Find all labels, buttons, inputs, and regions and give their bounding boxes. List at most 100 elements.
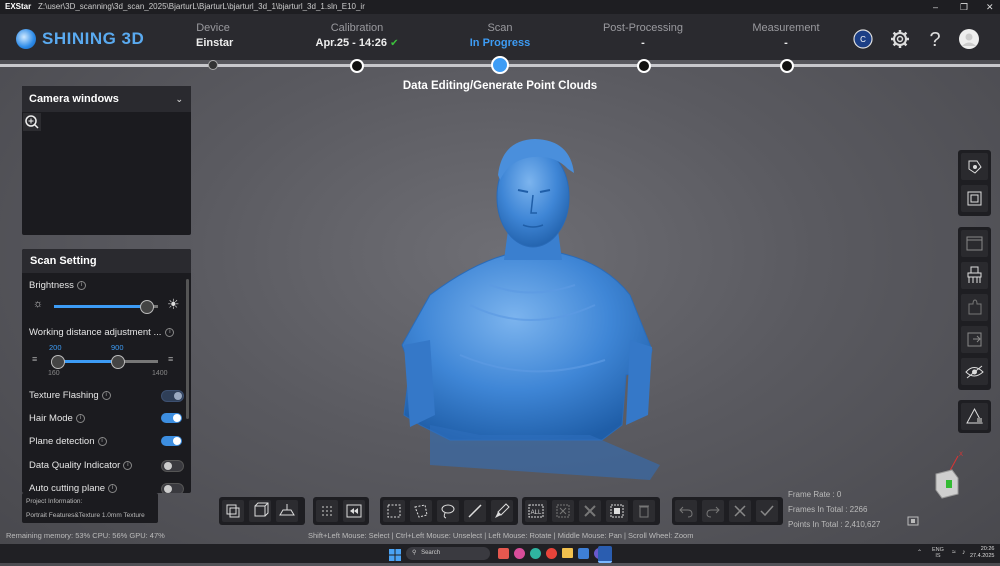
undo-icon[interactable] bbox=[675, 500, 697, 522]
working-distance-slider[interactable] bbox=[51, 355, 158, 369]
right-toolbar-bottom bbox=[958, 400, 991, 433]
distance-near-icon: ≡ bbox=[32, 354, 38, 364]
step-device[interactable]: Device Einstar bbox=[143, 22, 283, 49]
export-icon[interactable] bbox=[961, 326, 988, 353]
wd-high-knob[interactable] bbox=[111, 355, 125, 369]
step-label: Calibration bbox=[330, 22, 384, 34]
frame-icon[interactable] bbox=[961, 185, 988, 212]
confirm-icon[interactable] bbox=[756, 500, 778, 522]
taskbar-app-icon[interactable] bbox=[498, 548, 509, 559]
brightness-knob[interactable] bbox=[139, 300, 154, 314]
minimize-icon[interactable]: – bbox=[933, 0, 938, 14]
tray-chevron-icon[interactable]: ⌃ bbox=[917, 549, 922, 556]
cube-view-icon[interactable] bbox=[249, 500, 271, 522]
auto-cutting-toggle[interactable] bbox=[161, 483, 184, 493]
step-label: Measurement bbox=[752, 22, 820, 34]
rect-select-icon[interactable] bbox=[383, 500, 405, 522]
exstar-taskbar-icon[interactable] bbox=[598, 546, 612, 563]
device-status-icon[interactable]: C bbox=[852, 28, 874, 50]
gear-icon[interactable] bbox=[889, 28, 911, 50]
redo-icon[interactable] bbox=[702, 500, 724, 522]
texture-flashing-toggle[interactable] bbox=[161, 390, 184, 402]
orientation-cube[interactable]: X bbox=[928, 448, 966, 500]
help-icon[interactable]: ? bbox=[924, 28, 946, 51]
fit-view-icon[interactable] bbox=[905, 514, 921, 526]
edge-browser-icon[interactable] bbox=[530, 548, 541, 559]
info-icon[interactable]: i bbox=[101, 390, 111, 400]
plane-detection-toggle[interactable] bbox=[161, 436, 182, 446]
svg-text:?: ? bbox=[929, 29, 940, 50]
panel-scrollbar[interactable] bbox=[186, 279, 189, 419]
info-icon[interactable]: i bbox=[97, 436, 107, 446]
step-calibration[interactable]: Calibration Apr.25 - 14:26 ✔ bbox=[287, 22, 427, 49]
layers-icon[interactable] bbox=[222, 500, 244, 522]
toolbar-group-edit: ALL bbox=[522, 497, 660, 525]
right-toolbar-middle bbox=[958, 227, 991, 390]
window-icon[interactable] bbox=[961, 230, 988, 257]
file-explorer-icon[interactable] bbox=[562, 548, 573, 558]
data-quality-toggle[interactable] bbox=[161, 460, 184, 472]
brightness-label: Brightness i bbox=[29, 280, 86, 291]
step-value: Apr.25 - 14:26 bbox=[315, 37, 388, 49]
wd-high-value: 900 bbox=[111, 343, 124, 352]
progress-node-post-processing bbox=[637, 59, 651, 73]
windows-start-icon[interactable] bbox=[389, 548, 401, 561]
info-icon[interactable]: i bbox=[75, 413, 85, 423]
quality-check-icon[interactable] bbox=[961, 403, 988, 430]
language-indicator[interactable]: ENG IS bbox=[932, 547, 944, 559]
brush-select-icon[interactable] bbox=[491, 500, 513, 522]
cancel-icon[interactable] bbox=[729, 500, 751, 522]
close-icon[interactable]: ✕ bbox=[986, 0, 994, 14]
clean-brush-icon[interactable] bbox=[961, 262, 988, 289]
chrome-browser-icon[interactable] bbox=[546, 548, 557, 559]
scan-model-viewport[interactable] bbox=[390, 135, 670, 495]
info-icon[interactable]: i bbox=[76, 280, 86, 290]
point-cloud-icon[interactable] bbox=[316, 500, 338, 522]
invert-select-icon[interactable] bbox=[579, 500, 601, 522]
select-all-icon[interactable]: ALL bbox=[525, 500, 547, 522]
wd-low-knob[interactable] bbox=[51, 355, 65, 369]
info-icon[interactable]: i bbox=[123, 460, 133, 470]
toolbar-group-history bbox=[672, 497, 783, 525]
mode-banner: Data Editing/Generate Point Clouds bbox=[402, 80, 598, 92]
chevron-down-icon[interactable]: ⌄ bbox=[175, 86, 183, 112]
polygon-select-icon[interactable] bbox=[410, 500, 432, 522]
scan-mode-icon[interactable] bbox=[961, 153, 988, 180]
step-scan[interactable]: Scan In Progress bbox=[430, 22, 570, 49]
zoom-in-icon[interactable] bbox=[23, 113, 41, 131]
step-measurement[interactable]: Measurement - bbox=[716, 22, 856, 49]
taskbar-search[interactable]: ⚲ Search bbox=[406, 547, 490, 560]
svg-text:X: X bbox=[959, 452, 963, 458]
taskbar-clock[interactable]: 20:26 27.4.2025 bbox=[970, 546, 994, 560]
maximize-icon[interactable]: ❐ bbox=[960, 0, 968, 14]
connected-select-icon[interactable] bbox=[606, 500, 628, 522]
brightness-slider[interactable] bbox=[54, 300, 158, 314]
wd-fill bbox=[57, 360, 117, 363]
delete-icon[interactable] bbox=[633, 500, 655, 522]
info-icon[interactable]: i bbox=[165, 327, 175, 337]
taskbar-app-icon[interactable] bbox=[578, 548, 589, 559]
file-path: Z:\user\3D_scanning\3d_scan_2025\Bjartur… bbox=[38, 2, 365, 11]
resource-usage: Remaining memory: 53% CPU: 56% GPU: 47% bbox=[6, 531, 165, 540]
lasso-select-icon[interactable] bbox=[437, 500, 459, 522]
speaker-icon[interactable]: ♪ bbox=[962, 549, 966, 556]
progress-node-device bbox=[208, 60, 218, 70]
puzzle-icon[interactable] bbox=[961, 294, 988, 321]
wifi-icon[interactable]: ≈ bbox=[952, 549, 956, 556]
auto-cutting-label: Auto cutting plane i bbox=[29, 483, 118, 493]
avatar[interactable] bbox=[958, 28, 980, 50]
data-quality-label: Data Quality Indicator i bbox=[29, 460, 133, 471]
status-bar: Remaining memory: 53% CPU: 56% GPU: 47% … bbox=[0, 530, 1000, 544]
svg-text:ALL: ALL bbox=[531, 510, 542, 516]
step-post-processing[interactable]: Post-Processing - bbox=[573, 22, 713, 49]
info-icon[interactable]: i bbox=[108, 483, 118, 493]
line-select-icon[interactable] bbox=[464, 500, 486, 522]
plane-icon[interactable] bbox=[276, 500, 298, 522]
clock-time: 20:26 bbox=[980, 546, 995, 552]
taskbar-app-icon[interactable] bbox=[514, 548, 525, 559]
rewind-icon[interactable] bbox=[343, 500, 365, 522]
camera-windows-header[interactable]: Camera windows ⌄ bbox=[22, 86, 191, 112]
unselect-icon[interactable] bbox=[552, 500, 574, 522]
hair-mode-toggle[interactable] bbox=[161, 413, 182, 423]
eye-hidden-icon[interactable] bbox=[961, 358, 988, 385]
